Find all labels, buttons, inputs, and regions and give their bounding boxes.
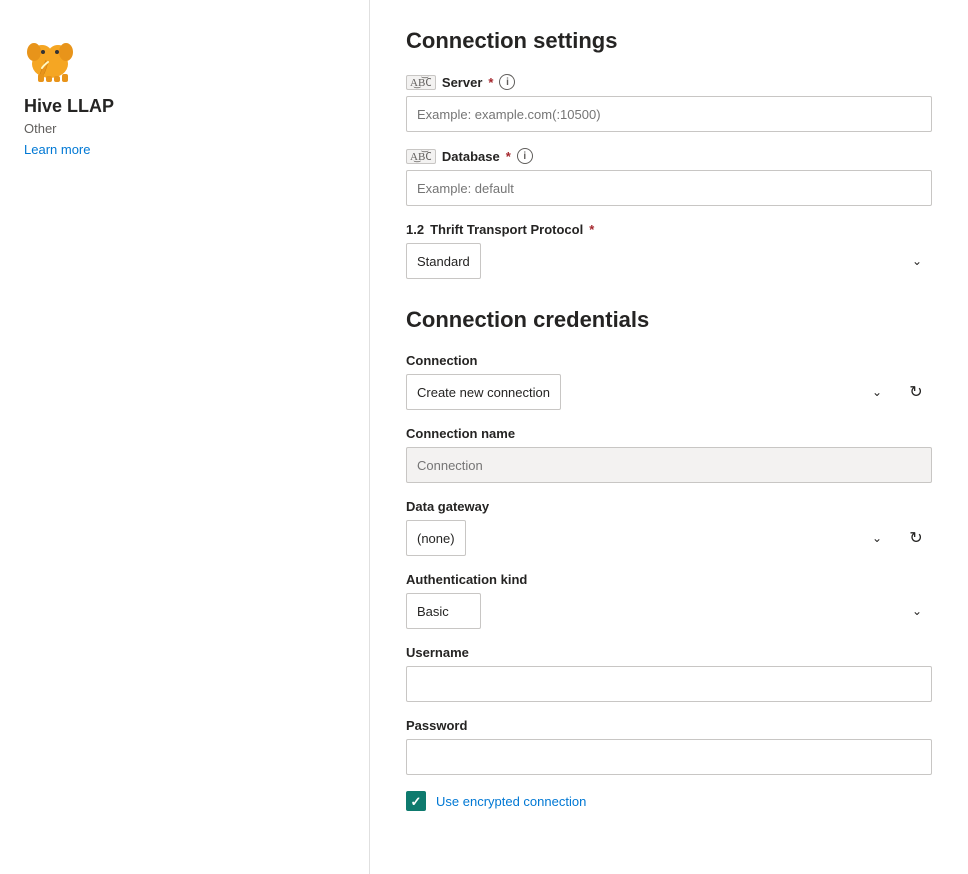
data-gateway-field-group: Data gateway (none) ⌄ ↻ bbox=[406, 499, 932, 556]
protocol-required-star: * bbox=[589, 222, 594, 237]
encrypt-connection-row: ✓ Use encrypted connection bbox=[406, 791, 932, 811]
database-required-star: * bbox=[506, 149, 511, 164]
main-content: Connection settings A͜B͝C Server * i A͜B… bbox=[370, 0, 968, 874]
connection-field-group: Connection Create new connection ⌄ ↻ bbox=[406, 353, 932, 410]
server-type-icon: A͜B͝C bbox=[406, 75, 436, 90]
server-info-icon[interactable]: i bbox=[499, 74, 515, 90]
connection-field-label: Connection bbox=[406, 353, 932, 368]
data-gateway-chevron-icon: ⌄ bbox=[872, 531, 882, 545]
credentials-section-title: Connection credentials bbox=[406, 307, 932, 333]
data-gateway-dropdown-wrapper: (none) ⌄ ↻ bbox=[406, 520, 932, 556]
username-field-group: Username bbox=[406, 645, 932, 702]
connection-settings-title: Connection settings bbox=[406, 28, 932, 54]
connection-name-label-text: Connection name bbox=[406, 426, 515, 441]
connection-name-field-label: Connection name bbox=[406, 426, 932, 441]
username-field-label: Username bbox=[406, 645, 932, 660]
hive-llap-logo bbox=[24, 32, 76, 84]
server-input[interactable] bbox=[406, 96, 932, 132]
database-field-group: A͜B͝C Database * i bbox=[406, 148, 932, 206]
connection-dropdown[interactable]: Create new connection bbox=[406, 374, 561, 410]
data-gateway-field-label: Data gateway bbox=[406, 499, 932, 514]
server-field-group: A͜B͝C Server * i bbox=[406, 74, 932, 132]
database-type-icon: A͜B͝C bbox=[406, 149, 436, 164]
data-gateway-refresh-button[interactable]: ↻ bbox=[900, 522, 932, 554]
auth-kind-label-text: Authentication kind bbox=[406, 572, 527, 587]
connector-title: Hive LLAP bbox=[24, 96, 114, 117]
connector-category: Other bbox=[24, 121, 57, 136]
server-field-label: A͜B͝C Server * i bbox=[406, 74, 932, 90]
database-info-icon[interactable]: i bbox=[517, 148, 533, 164]
password-field-group: Password bbox=[406, 718, 932, 775]
auth-kind-field-group: Authentication kind Basic OAuth Windows … bbox=[406, 572, 932, 629]
auth-kind-dropdown-container: Basic OAuth Windows ⌄ bbox=[406, 593, 932, 629]
connection-dropdown-container: Create new connection ⌄ bbox=[406, 374, 892, 410]
password-label-text: Password bbox=[406, 718, 467, 733]
protocol-prefix: 1.2 bbox=[406, 222, 424, 237]
connection-chevron-icon: ⌄ bbox=[872, 385, 882, 399]
protocol-dropdown-container: Standard HTTP ⌄ bbox=[406, 243, 932, 279]
learn-more-link[interactable]: Learn more bbox=[24, 142, 90, 157]
username-input[interactable] bbox=[406, 666, 932, 702]
data-gateway-label-text: Data gateway bbox=[406, 499, 489, 514]
encrypt-connection-checkbox[interactable]: ✓ bbox=[406, 791, 426, 811]
server-label-text: Server bbox=[442, 75, 482, 90]
protocol-dropdown[interactable]: Standard HTTP bbox=[406, 243, 481, 279]
data-gateway-dropdown[interactable]: (none) bbox=[406, 520, 466, 556]
protocol-field-label: 1.2 Thrift Transport Protocol * bbox=[406, 222, 932, 237]
encrypt-connection-label[interactable]: Use encrypted connection bbox=[436, 794, 586, 809]
password-input[interactable] bbox=[406, 739, 932, 775]
auth-kind-field-label: Authentication kind bbox=[406, 572, 932, 587]
password-field-label: Password bbox=[406, 718, 932, 733]
protocol-label-text: Thrift Transport Protocol bbox=[430, 222, 583, 237]
database-label-text: Database bbox=[442, 149, 500, 164]
sidebar: Hive LLAP Other Learn more bbox=[0, 0, 370, 874]
auth-kind-dropdown[interactable]: Basic OAuth Windows bbox=[406, 593, 481, 629]
connection-name-input[interactable] bbox=[406, 447, 932, 483]
connection-label-text: Connection bbox=[406, 353, 478, 368]
connection-dropdown-wrapper: Create new connection ⌄ ↻ bbox=[406, 374, 932, 410]
database-field-label: A͜B͝C Database * i bbox=[406, 148, 932, 164]
connection-refresh-button[interactable]: ↻ bbox=[900, 376, 932, 408]
data-gateway-dropdown-container: (none) ⌄ bbox=[406, 520, 892, 556]
server-required-star: * bbox=[488, 75, 493, 90]
protocol-field-group: 1.2 Thrift Transport Protocol * Standard… bbox=[406, 222, 932, 279]
checkmark-icon: ✓ bbox=[411, 795, 422, 808]
protocol-chevron-icon: ⌄ bbox=[912, 254, 922, 268]
database-input[interactable] bbox=[406, 170, 932, 206]
auth-kind-chevron-icon: ⌄ bbox=[912, 604, 922, 618]
username-label-text: Username bbox=[406, 645, 469, 660]
connection-name-field-group: Connection name bbox=[406, 426, 932, 483]
credentials-section: Connection credentials Connection Create… bbox=[406, 307, 932, 811]
